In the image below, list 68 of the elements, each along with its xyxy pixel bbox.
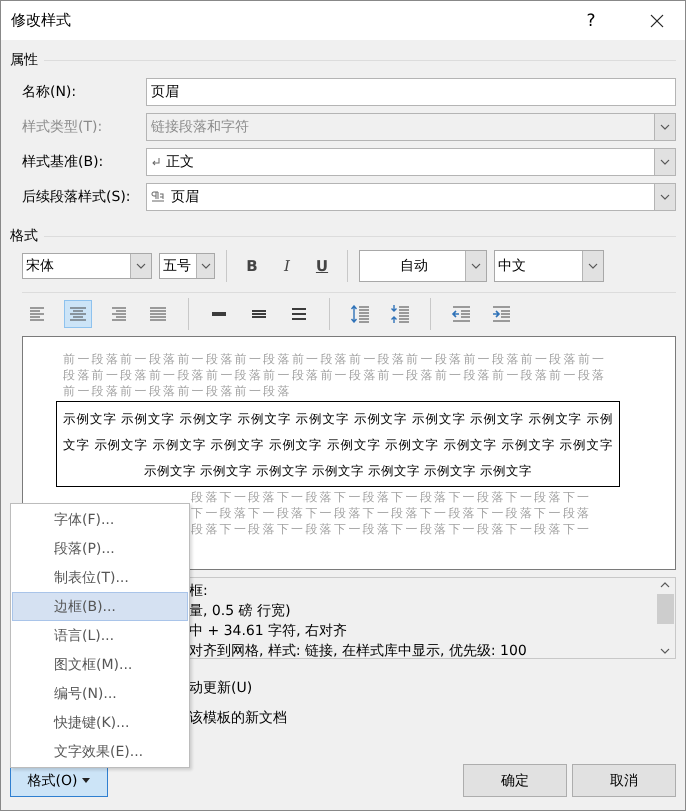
caret-icon [82, 778, 90, 783]
chevron-down-icon [588, 263, 598, 269]
preview-text: 前一段落前一段落前一段落前一段落 [63, 383, 292, 399]
group-label: 格式 [10, 227, 38, 245]
menu-item[interactable]: 快捷键(K)... [12, 708, 188, 737]
menu-item[interactable]: 边框(B)... [12, 592, 188, 621]
align-center-button[interactable] [64, 300, 92, 328]
scroll-thumb[interactable] [656, 594, 674, 624]
menu-item[interactable]: 图文框(M)... [12, 650, 188, 679]
window-title: 修改样式 [11, 11, 72, 30]
menu-item[interactable]: 字体(F)... [12, 505, 188, 534]
dialog-button[interactable]: 取消 [572, 764, 676, 797]
field-value: 链接段落和字符 [151, 118, 249, 136]
menu-item[interactable]: 段落(P)... [12, 534, 188, 563]
size-dropdown[interactable]: 五号 [159, 253, 215, 279]
field-value: 页眉 [171, 188, 199, 206]
sample-text: 示例文字 示例文字 示例文字 示例文字 示例文字 示例文字 示例文字 示例文字 示例文字 示例 [63, 410, 613, 428]
chevron-down-icon [660, 159, 670, 165]
preview-text: 段落前一段落前一段落前一段落前一段落前一段落前一段落前一段落前一段落前一段落 [63, 367, 606, 383]
single-spacing-icon [212, 312, 226, 316]
preview-text: 下一段落下一段落下一段落下一段落下一段落下一段落下一段落 [191, 505, 592, 521]
description-text: 框: [189, 582, 209, 601]
indent-decrease-icon [451, 304, 471, 324]
description-text: 量, 0.5 磅 行宽) [189, 602, 292, 621]
chevron-down-icon [471, 263, 481, 269]
chevron-down-icon [660, 124, 670, 130]
help-button[interactable]: ? [581, 10, 601, 30]
field-label: 样式基准(B): [22, 153, 104, 171]
bold-button[interactable]: B [238, 252, 266, 280]
one-half-spacing-icon [252, 310, 266, 318]
dialog-button[interactable]: 确定 [463, 764, 567, 797]
chevron-down-icon [136, 263, 146, 269]
font-dropdown[interactable]: 宋体 [22, 253, 152, 279]
preview-text: 前一段落前一段落前一段落前一段落前一段落前一段落前一段落前一段落前一段落前一 [63, 351, 606, 367]
indent-increase-icon [491, 304, 511, 324]
color-dropdown[interactable]: 自动 [359, 250, 487, 282]
underline-button[interactable]: U [308, 252, 336, 280]
menu-item[interactable]: 编号(N)... [12, 679, 188, 708]
double-spacing-icon [292, 308, 306, 320]
chevron-down-icon [660, 194, 670, 200]
sample-text: 文字 示例文字 示例文字 示例文字 示例文字 示例文字 示例文字 示例文字 示例文字 示例文字 [63, 436, 613, 454]
menu-item[interactable]: 文字效果(E)... [12, 737, 188, 766]
field-label: 样式类型(T): [22, 118, 104, 136]
sample-text: 示例文字 示例文字 示例文字 示例文字 示例文字 示例文字 示例文字 [143, 462, 533, 480]
menu-item[interactable]: 制表位(T)... [12, 563, 188, 592]
description-text: 中 + 34.61 字符, 右对齐 [189, 622, 348, 641]
field-value: 页眉 [151, 83, 179, 101]
script-dropdown[interactable]: 中文 [494, 250, 604, 282]
menu-item[interactable]: 语言(L)... [12, 621, 188, 650]
dropdown-field[interactable]: 页眉 [146, 183, 676, 211]
paragraph-style-icon [151, 191, 165, 203]
field-label: 后续段落样式(S): [22, 188, 132, 206]
field-value: 正文 [166, 153, 194, 171]
chevron-down-icon [200, 263, 210, 269]
input-field[interactable]: 页眉 [146, 78, 676, 106]
description-text: 对齐到网格, 样式: 链接, 在样式库中显示, 优先级: 100 [189, 642, 528, 661]
option-label: 动更新(U) [189, 679, 254, 697]
dropdown-field[interactable]: 正文 [146, 148, 676, 176]
return-arrow-icon [151, 157, 160, 167]
group-label: 属性 [10, 51, 38, 69]
space-after-icon [390, 304, 410, 324]
field-label: 名称(N): [22, 83, 78, 101]
preview-text: 段落下一段落下一段落下一段落下一段落下一段落下一段落下一 [191, 521, 592, 537]
preview-text: 段落下一段落下一段落下一段落下一段落下一段落下一段落下一 [191, 489, 592, 505]
close-icon [650, 14, 664, 28]
italic-button[interactable]: I [273, 252, 301, 280]
space-before-icon [350, 304, 370, 324]
option-label: 该模板的新文档 [189, 709, 288, 727]
